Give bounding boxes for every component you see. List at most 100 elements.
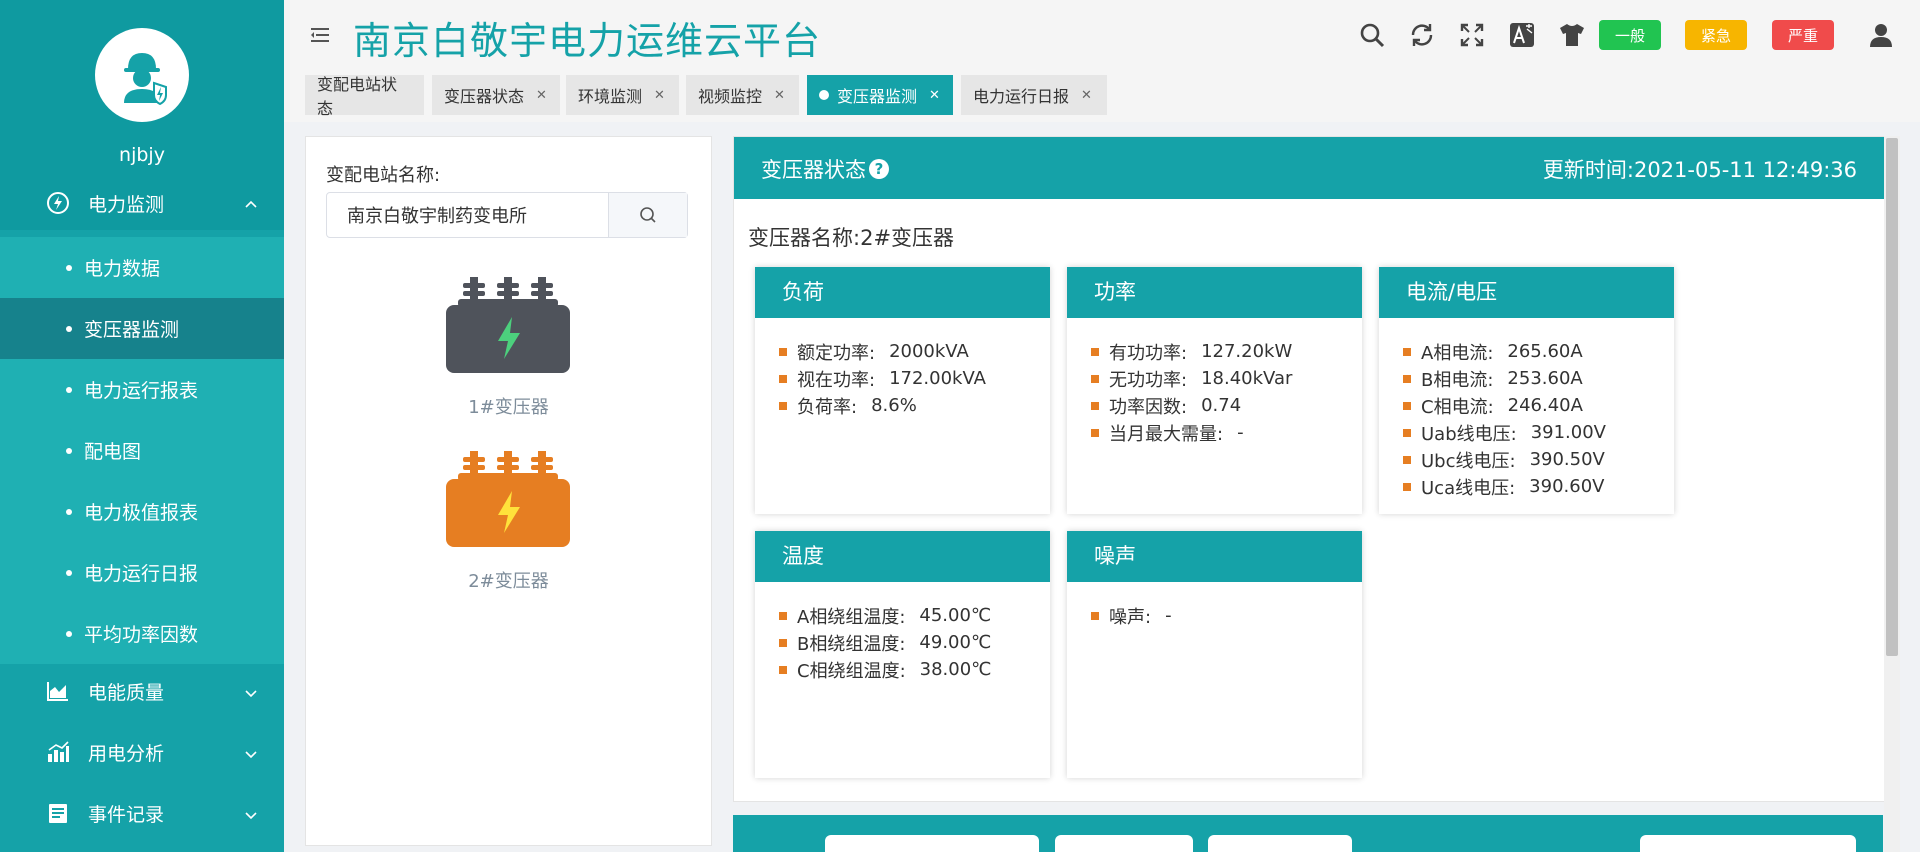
metric-label: 当月最大需量:: [1109, 423, 1224, 445]
sidebar-item-label: 电力极值报表: [84, 502, 199, 524]
sidebar-item-power-data[interactable]: 电力数据: [0, 237, 284, 298]
status-title-text: 变压器状态: [761, 158, 866, 182]
metric-label: 功率因数:: [1109, 396, 1188, 418]
card-power: 功率 有功功率: 127.20kW 无功功率: 18.40kVar 功率因数: 0.7…: [1067, 267, 1362, 514]
square-bullet-icon: [779, 638, 787, 647]
square-bullet-icon: [779, 347, 787, 356]
metric-label: Uca线电压:: [1421, 477, 1516, 499]
metric-row: 负荷率: 8.6%: [779, 392, 1050, 419]
metric-label: B相电流:: [1421, 369, 1494, 391]
metric-row: B相绕组温度: 49.00℃: [779, 629, 1050, 656]
transformer-gray-icon: [446, 277, 570, 373]
metric-value: 45.00℃: [919, 605, 992, 626]
station-search: [326, 192, 688, 238]
square-bullet-icon: [779, 665, 787, 674]
sidebar-item-transformer-monitoring[interactable]: 变压器监测: [0, 298, 284, 359]
tab-label: 变压器状态: [444, 87, 525, 106]
chevron-down-icon: [244, 744, 258, 766]
bullet-icon: [66, 508, 72, 515]
alarm-general-button[interactable]: 一般: [1599, 20, 1661, 50]
close-icon[interactable]: ✕: [654, 88, 665, 103]
transformer-2-button[interactable]: [444, 443, 572, 553]
avatar[interactable]: [95, 28, 189, 122]
square-bullet-icon: [1403, 482, 1411, 491]
card-title: 电流/电压: [1379, 267, 1674, 318]
app-title: 南京白敬宇电力运维云平台: [353, 19, 822, 63]
metric-label: 有功功率:: [1109, 342, 1188, 364]
metric-row: 噪声: -: [1091, 602, 1362, 629]
refresh-icon[interactable]: [1407, 20, 1437, 50]
menu-group-label: 电能质量: [88, 681, 165, 704]
tab-label: 视频监控: [698, 87, 763, 106]
menu-toggle-icon[interactable]: [308, 24, 332, 50]
station-panel: 变配电站名称: 1#变压器: [305, 136, 712, 846]
status-header: 变压器状态 ? 更新时间:2021-05-11 12:49:36: [734, 137, 1884, 199]
help-icon[interactable]: ?: [869, 159, 889, 179]
menu-group-label: 电力监测: [88, 193, 165, 216]
sidebar: njbjy 电力监测 电力数据 变压器监测 电力运行报表 配电图 电力极值报表 …: [0, 0, 284, 852]
sidebar-item-label: 电力运行报表: [84, 380, 199, 402]
next-panel-control[interactable]: [1208, 835, 1352, 852]
card-noise: 噪声 噪声: -: [1067, 531, 1362, 778]
sidebar-item-distribution-diagram[interactable]: 配电图: [0, 420, 284, 481]
tab-video[interactable]: 视频监控 ✕: [686, 75, 799, 115]
metric-value: -: [1165, 605, 1172, 626]
search-icon[interactable]: [1357, 20, 1387, 50]
sidebar-item-extreme-report[interactable]: 电力极值报表: [0, 481, 284, 542]
bullet-icon: [66, 447, 72, 454]
chevron-down-icon: [244, 683, 258, 705]
search-button[interactable]: [608, 193, 687, 237]
next-panel-control[interactable]: [825, 835, 1039, 852]
sidebar-item-power-factor[interactable]: 平均功率因数: [0, 603, 284, 664]
metric-value: 49.00℃: [919, 632, 992, 653]
tab-substation-status[interactable]: 变配电站状态: [305, 75, 424, 118]
close-icon[interactable]: ✕: [929, 88, 940, 103]
station-label: 变配电站名称:: [326, 165, 441, 186]
transformer-1-label: 1#变压器: [468, 397, 549, 418]
next-panel-control[interactable]: [1055, 835, 1193, 852]
transformer-1-button[interactable]: [444, 269, 572, 379]
metric-value: 18.40kVar: [1201, 368, 1293, 389]
square-bullet-icon: [1403, 455, 1411, 464]
square-bullet-icon: [1403, 374, 1411, 383]
next-panel-control[interactable]: [1640, 835, 1856, 852]
tab-daily-report[interactable]: 电力运行日报 ✕: [961, 75, 1107, 115]
area-chart-icon: [44, 677, 72, 705]
metric-value: 390.60V: [1529, 476, 1605, 497]
tab-environment[interactable]: 环境监测 ✕: [566, 75, 679, 115]
page-scrollbar[interactable]: [1884, 136, 1900, 852]
metric-value: 127.20kW: [1201, 341, 1293, 362]
tab-transformer-status[interactable]: 变压器状态 ✕: [432, 75, 560, 115]
menu-group-event-log[interactable]: 事件记录: [0, 786, 284, 840]
station-input[interactable]: [327, 193, 605, 237]
sidebar-item-daily-report[interactable]: 电力运行日报: [0, 542, 284, 603]
square-bullet-icon: [779, 401, 787, 410]
square-bullet-icon: [779, 611, 787, 620]
metric-value: 390.50V: [1529, 449, 1605, 470]
close-icon[interactable]: ✕: [1081, 88, 1092, 103]
metric-row: 当月最大需量: -: [1091, 419, 1362, 446]
metric-row: Uca线电压: 390.60V: [1403, 473, 1674, 500]
alarm-serious-button[interactable]: 严重: [1772, 20, 1834, 50]
close-icon[interactable]: ✕: [536, 88, 547, 103]
scrollbar-thumb[interactable]: [1886, 138, 1898, 656]
metric-value: 265.60A: [1507, 341, 1583, 362]
square-bullet-icon: [1091, 347, 1099, 356]
theme-shirt-icon[interactable]: [1557, 20, 1587, 50]
close-icon[interactable]: ✕: [774, 88, 785, 103]
next-panel-header: [733, 815, 1883, 852]
translate-icon[interactable]: [1507, 20, 1537, 50]
tab-transformer-monitoring[interactable]: 变压器监测 ✕: [807, 75, 953, 115]
fullscreen-icon[interactable]: [1457, 20, 1487, 50]
tab-label: 变压器监测: [837, 87, 918, 106]
metric-value: 246.40A: [1507, 395, 1583, 416]
user-icon[interactable]: [1866, 20, 1896, 50]
update-time-label: 更新时间:: [1542, 158, 1634, 182]
metric-row: 功率因数: 0.74: [1091, 392, 1362, 419]
sidebar-item-power-report[interactable]: 电力运行报表: [0, 359, 284, 420]
menu-group-usage-analysis[interactable]: 用电分析: [0, 725, 284, 779]
alarm-urgent-button[interactable]: 紧急: [1685, 20, 1747, 50]
menu-group-power-quality[interactable]: 电能质量: [0, 664, 284, 718]
menu-group-power-monitoring[interactable]: 电力监测: [0, 176, 284, 230]
metric-row: 额定功率: 2000kVA: [779, 338, 1050, 365]
